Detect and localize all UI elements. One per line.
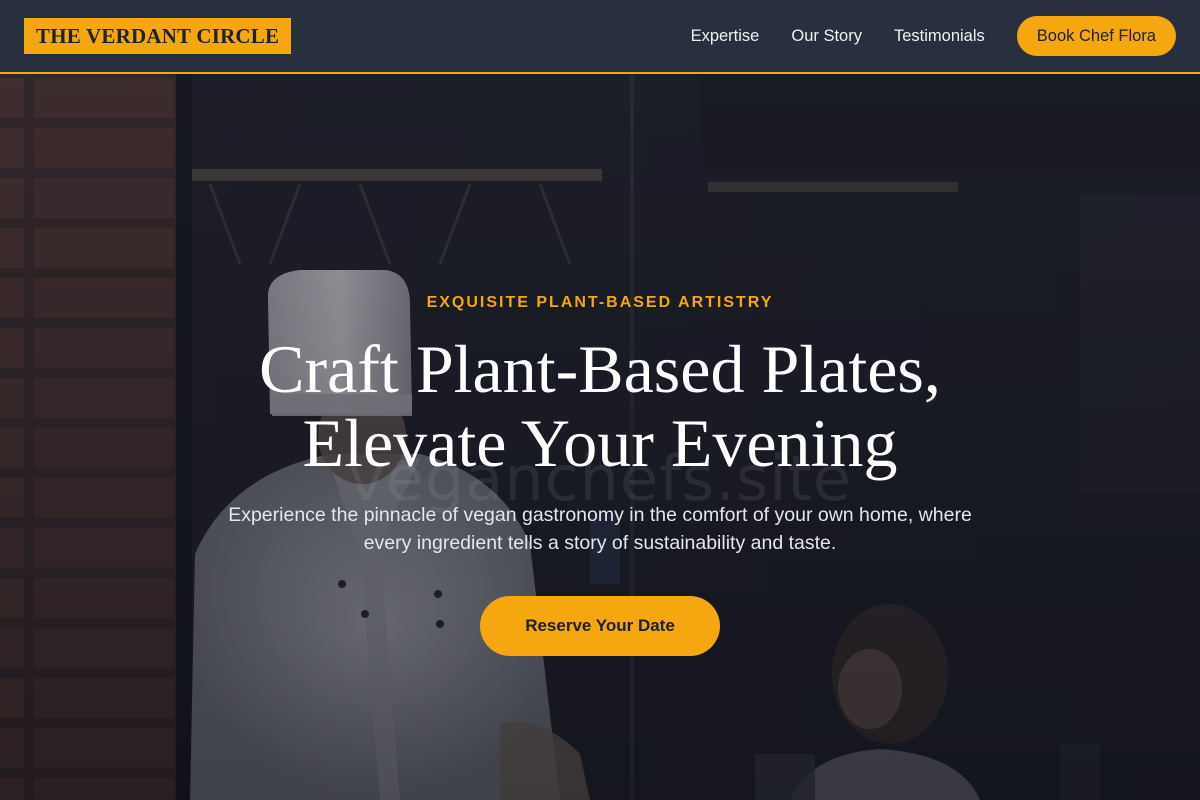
hero-headline-line-1: Craft Plant-Based Plates, — [259, 331, 941, 407]
nav-links: Expertise Our Story Testimonials — [691, 27, 985, 46]
reserve-date-button[interactable]: Reserve Your Date — [480, 596, 720, 656]
hero-eyebrow: EXQUISITE PLANT-BASED ARTISTRY — [426, 294, 774, 311]
brand-logo[interactable]: THE VERDANT CIRCLE — [24, 18, 292, 54]
book-chef-button[interactable]: Book Chef Flora — [1016, 16, 1176, 56]
nav-link-testimonials[interactable]: Testimonials — [894, 27, 985, 46]
nav-link-expertise[interactable]: Expertise — [691, 27, 760, 46]
hero-subtext-line-2: every ingredient tells a story of sustai… — [363, 532, 837, 554]
hero-subtext-line-1: Experience the pinnacle of vegan gastron… — [228, 504, 972, 526]
hero-section: veganchefs.site EXQUISITE PLANT-BASED AR… — [0, 74, 1200, 800]
hero-headline-line-2: Elevate Your Evening — [302, 405, 898, 481]
nav-link-our-story[interactable]: Our Story — [791, 27, 862, 46]
hero-headline: Craft Plant-Based Plates, Elevate Your E… — [0, 332, 1200, 480]
top-navigation: THE VERDANT CIRCLE Expertise Our Story T… — [0, 0, 1200, 74]
hero-subtext: Experience the pinnacle of vegan gastron… — [0, 501, 1200, 557]
